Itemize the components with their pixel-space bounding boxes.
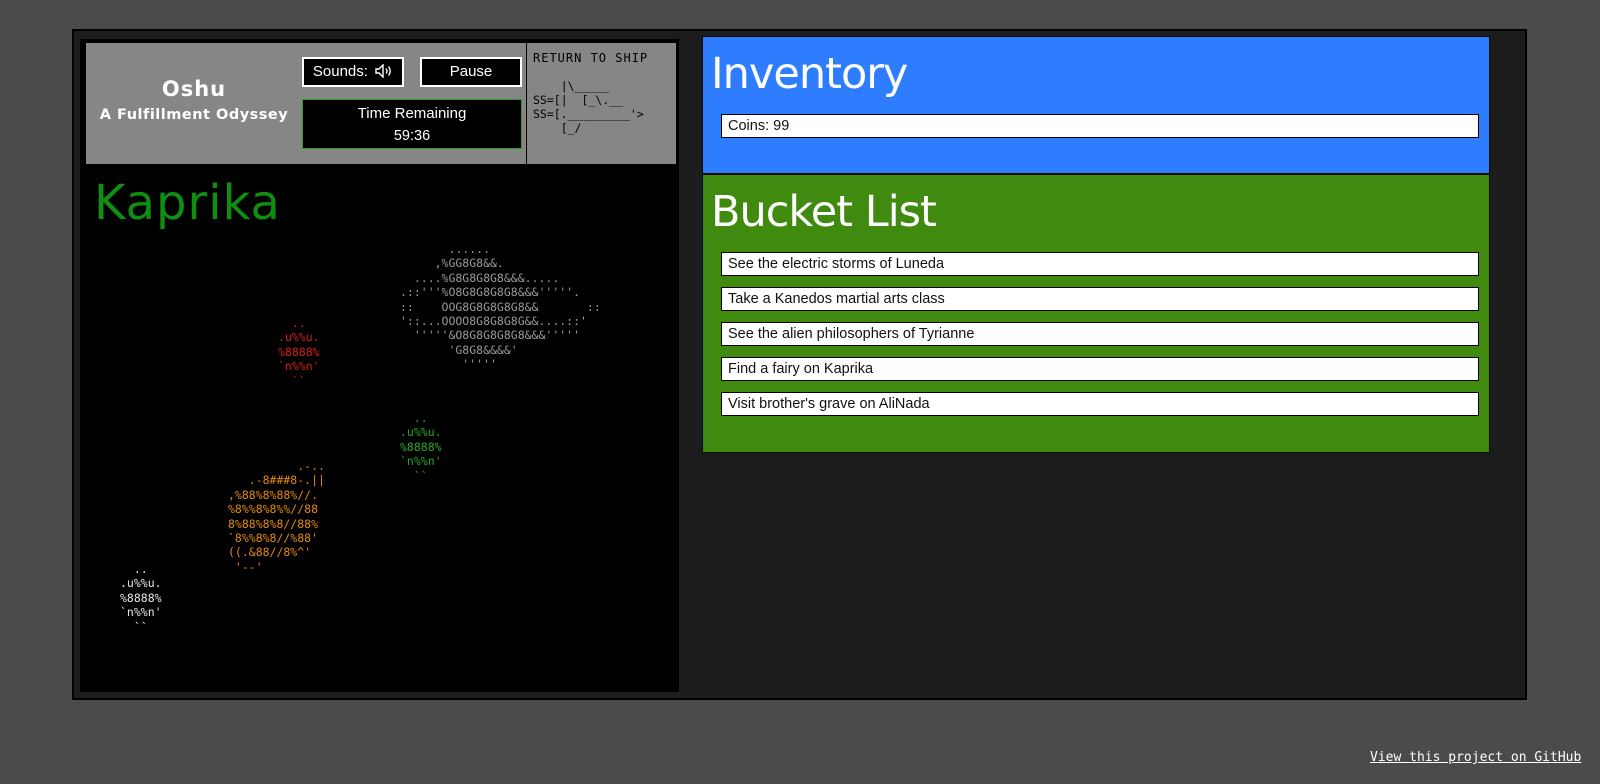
- sounds-toggle-button[interactable]: Sounds:: [302, 57, 404, 87]
- bucket-list-panel: Bucket List See the electric storms of L…: [702, 174, 1490, 453]
- planet-name: Kaprika: [94, 175, 281, 231]
- game-screen: Oshu A Fulfillment Odyssey Sounds: Pause…: [80, 39, 679, 692]
- bucket-list-item: Find a fairy on Kaprika: [721, 357, 1479, 381]
- orange-planet-object[interactable]: .-.. .-8###8-.|| ,%88%8%88%//. %8%%8%8%%…: [228, 459, 325, 574]
- time-remaining-label: Time Remaining: [357, 105, 467, 122]
- ship-ascii-icon: |\_____ SS=[| [_\.__ SS=[._________'> [_…: [533, 79, 644, 135]
- bucket-list-item: Visit brother's grave on AliNada: [721, 392, 1479, 416]
- speaker-volume-icon: [375, 63, 392, 79]
- return-to-ship-label: RETURN TO SHIP: [533, 51, 649, 65]
- white-planet-object[interactable]: .. .u%%u. %8888% `n%%n' ``: [120, 562, 162, 634]
- game-title: Oshu: [161, 77, 227, 101]
- coins-count: Coins: 99: [721, 114, 1479, 138]
- bucket-list-title: Bucket List: [711, 187, 937, 237]
- time-remaining-value: 59:36: [393, 128, 431, 144]
- bucket-list-item: See the alien philosophers of Tyrianne: [721, 322, 1479, 346]
- github-link[interactable]: View this project on GitHub: [1370, 750, 1581, 765]
- green-planet-object[interactable]: .. .u%%u. %8888% `n%%n' ``: [400, 411, 442, 483]
- large-planet-object[interactable]: ...... ,%GG8G8&&. ....%G8G8G8G8&&&..... …: [400, 242, 601, 372]
- sounds-label: Sounds:: [312, 63, 368, 80]
- game-branding: Oshu A Fulfillment Odyssey: [86, 77, 302, 123]
- game-frame: Oshu A Fulfillment Odyssey Sounds: Pause…: [72, 29, 1527, 700]
- pause-button[interactable]: Pause: [420, 57, 522, 87]
- bucket-list-item: Take a Kanedos martial arts class: [721, 287, 1479, 311]
- hud-bar: Oshu A Fulfillment Odyssey Sounds: Pause…: [86, 43, 676, 164]
- inventory-panel: Inventory Coins: 99: [702, 36, 1490, 174]
- red-planet-object[interactable]: .. .u%%u. %8888% `n%%n' ``: [278, 316, 320, 388]
- game-subtitle: A Fulfillment Odyssey: [99, 107, 289, 123]
- time-remaining-box: Time Remaining 59:36: [302, 99, 522, 149]
- bucket-list-item: See the electric storms of Luneda: [721, 252, 1479, 276]
- inventory-title: Inventory: [711, 49, 908, 99]
- return-to-ship-button[interactable]: RETURN TO SHIP |\_____ SS=[| [_\.__ SS=[…: [526, 43, 676, 164]
